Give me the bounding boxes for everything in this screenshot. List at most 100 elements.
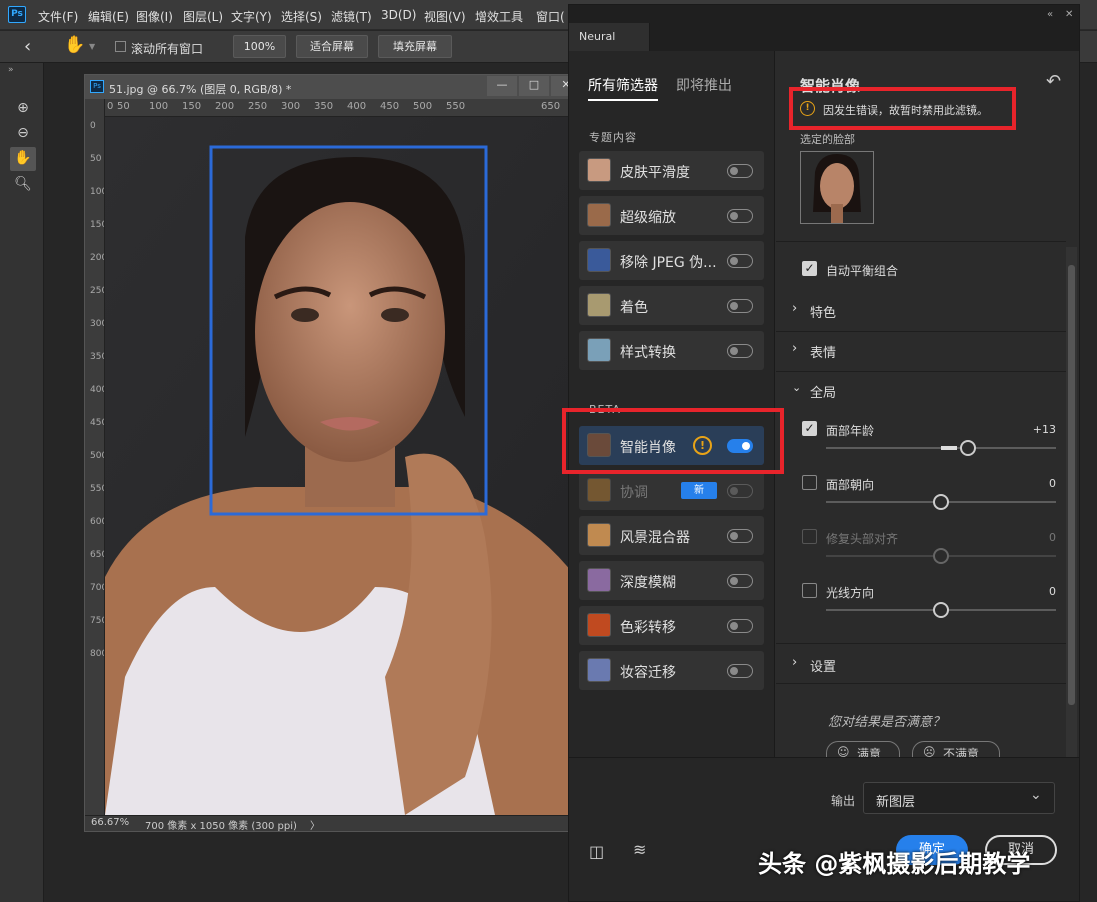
fit-screen-button[interactable]: 适合屏幕 <box>296 35 368 58</box>
menu-plugins[interactable]: 增效工具 <box>475 8 523 25</box>
filter-landscape-mixer[interactable]: 风景混合器 <box>579 516 764 555</box>
filter-thumbnail <box>587 203 611 227</box>
section-characteristics[interactable]: › 特色 <box>776 299 1066 321</box>
photoshop-logo-icon[interactable]: Ps <box>8 6 26 23</box>
section-label: 表情 <box>810 346 837 361</box>
fill-screen-button[interactable]: 填充屏幕 <box>378 35 452 58</box>
auto-balance-checkbox[interactable]: ✓ <box>802 261 817 276</box>
chevron-down-icon[interactable]: ▼ <box>89 42 95 51</box>
compare-view-icon[interactable]: ◫ <box>589 842 604 861</box>
zoom-out-icon[interactable]: ⊖ <box>12 122 34 144</box>
tab-all-filters[interactable]: 所有筛选器 <box>588 75 658 101</box>
face-age-checkbox[interactable]: ✓ <box>802 421 817 436</box>
selected-face-thumbnail[interactable] <box>800 151 874 224</box>
filter-toggle[interactable] <box>727 664 753 678</box>
filter-list: 所有筛选器 即将推出 专题内容 皮肤平滑度 超级缩放 移除 JPEG 伪... … <box>569 51 775 757</box>
ruler-tick: 500 <box>413 101 433 112</box>
filter-toggle[interactable] <box>727 209 753 223</box>
filter-toggle[interactable] <box>727 484 753 498</box>
filter-thumbnail <box>587 158 611 182</box>
menu-view[interactable]: 视图(V) <box>424 8 466 25</box>
hand-tool-icon[interactable]: ✋ <box>10 147 36 171</box>
menu-file[interactable]: 文件(F) <box>38 8 78 25</box>
filter-style-transfer[interactable]: 样式转换 <box>579 331 764 370</box>
divider <box>776 683 1066 684</box>
ruler-tick: 150 <box>90 220 104 230</box>
filter-toggle[interactable] <box>727 574 753 588</box>
maximize-icon[interactable]: □ <box>519 76 549 96</box>
slider-thumb[interactable] <box>933 494 949 510</box>
ruler-tick: 550 <box>446 101 466 112</box>
zoom-100-button[interactable]: 100% <box>233 35 286 58</box>
fix-head-alignment-checkbox[interactable] <box>802 529 817 544</box>
back-arrow-icon[interactable]: ‹ <box>24 36 31 57</box>
tab-neural-filters[interactable]: Neural Filters <box>569 23 650 71</box>
filter-toggle[interactable] <box>727 299 753 313</box>
filter-makeup-transfer[interactable]: 妆容迁移 <box>579 651 764 690</box>
filter-super-zoom[interactable]: 超级缩放 <box>579 196 764 235</box>
face-thumbnail-image <box>801 152 873 223</box>
section-global[interactable]: ⌄ 全局 <box>776 379 1066 401</box>
ruler-tick: 400 <box>347 101 367 112</box>
minimize-icon[interactable]: — <box>487 76 517 96</box>
slider-label: 光线方向 <box>826 586 875 600</box>
filter-label: 妆容迁移 <box>620 665 676 681</box>
feedback-yes-button[interactable]: ☺ 满意 <box>826 741 900 757</box>
feedback-no-button[interactable]: ☹ 不满意 <box>912 741 1000 757</box>
filter-label: 样式转换 <box>620 345 676 361</box>
zoom-level[interactable]: 66.67% <box>91 817 129 828</box>
light-direction-checkbox[interactable] <box>802 583 817 598</box>
filter-depth-blur[interactable]: 深度模糊 <box>579 561 764 600</box>
portrait-photo <box>105 117 583 815</box>
menu-edit[interactable]: 编辑(E) <box>88 8 129 25</box>
close-panel-icon[interactable]: ✕ <box>1065 9 1073 20</box>
menu-layer[interactable]: 图层(L) <box>183 8 223 25</box>
zoom-in-icon[interactable]: ⊕ <box>12 97 34 119</box>
chevron-down-icon: ⌄ <box>792 381 802 394</box>
filter-harmonization[interactable]: 协调 新 <box>579 471 764 510</box>
slider-thumb[interactable] <box>960 440 976 456</box>
filter-toggle[interactable] <box>727 619 753 633</box>
reset-icon[interactable]: ↶ <box>1046 71 1061 92</box>
filter-toggle[interactable] <box>727 254 753 268</box>
slider-thumb[interactable] <box>933 602 949 618</box>
chevron-right-icon: › <box>792 655 798 670</box>
ruler-horizontal: 0 50 100 150 200 250 300 350 400 450 500… <box>105 99 583 117</box>
menu-3d[interactable]: 3D(D) <box>381 8 416 22</box>
magnifier-icon[interactable]: 🔍︎ <box>12 173 34 195</box>
menu-type[interactable]: 文字(Y) <box>231 8 272 25</box>
ruler-tick: 200 <box>90 253 104 263</box>
tab-upcoming[interactable]: 即将推出 <box>676 75 732 95</box>
menu-filter[interactable]: 滤镜(T) <box>331 8 372 25</box>
head-direction-checkbox[interactable] <box>802 475 817 490</box>
menu-select[interactable]: 选择(S) <box>281 8 322 25</box>
scroll-all-checkbox[interactable] <box>115 41 126 52</box>
chevron-down-icon: ⌄ <box>1030 787 1042 803</box>
filter-toggle[interactable] <box>727 344 753 358</box>
scrollbar-track[interactable] <box>1066 247 1077 757</box>
filter-color-transfer[interactable]: 色彩转移 <box>579 606 764 645</box>
featured-section-label: 专题内容 <box>589 131 637 144</box>
status-arrow-icon[interactable]: 〉 <box>310 817 320 832</box>
auto-balance-row[interactable]: ✓ 自动平衡组合 <box>776 259 1066 281</box>
filter-colorize[interactable]: 着色 <box>579 286 764 325</box>
filter-toggle[interactable] <box>727 164 753 178</box>
collapse-panel-icon[interactable]: « <box>1047 9 1053 20</box>
layers-icon[interactable]: ≋ <box>633 840 646 859</box>
menu-image[interactable]: 图像(I) <box>136 8 173 25</box>
filter-skin-smoothing[interactable]: 皮肤平滑度 <box>579 151 764 190</box>
menu-window[interactable]: 窗口( <box>536 8 565 25</box>
section-settings[interactable]: › 设置 <box>776 653 1066 675</box>
output-select[interactable]: 新图层 ⌄ <box>863 782 1055 814</box>
section-expression[interactable]: › 表情 <box>776 339 1066 361</box>
hand-tool-icon[interactable]: ✋ <box>64 35 85 55</box>
collapse-icon[interactable]: » <box>8 65 14 75</box>
ruler-tick: 400 <box>90 385 104 395</box>
filter-toggle[interactable] <box>727 529 753 543</box>
image-canvas[interactable] <box>105 117 583 815</box>
slider-thumb[interactable] <box>933 548 949 564</box>
scrollbar-thumb[interactable] <box>1068 265 1075 705</box>
filter-label: 协调 <box>620 485 648 501</box>
filter-jpeg-artifacts[interactable]: 移除 JPEG 伪... <box>579 241 764 280</box>
filter-thumbnail <box>587 293 611 317</box>
